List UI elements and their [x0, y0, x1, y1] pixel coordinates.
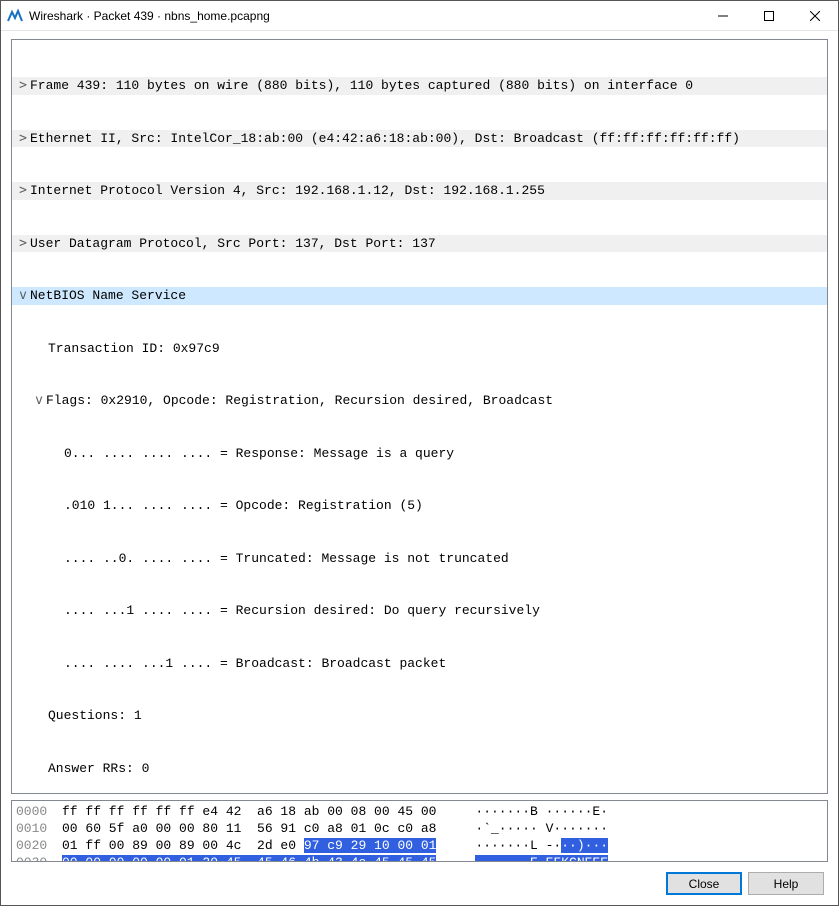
tree-label: .... ...1 .... .... = Recursion desired:…	[64, 603, 540, 618]
close-button[interactable]: Close	[666, 872, 742, 895]
hex-row[interactable]: 0000ff ff ff ff ff ff e4 42 a6 18 ab 00 …	[16, 803, 823, 820]
titlebar: Wireshark · Packet 439 · nbns_home.pcapn…	[1, 1, 838, 31]
tree-item-flags[interactable]: vFlags: 0x2910, Opcode: Registration, Re…	[12, 392, 827, 410]
tree-item-answer-rrs[interactable]: Answer RRs: 0	[12, 760, 827, 778]
window-title: Wireshark · Packet 439 · nbns_home.pcapn…	[29, 9, 700, 23]
tree-item-nbns[interactable]: vNetBIOS Name Service	[12, 287, 827, 305]
tree-item-frame[interactable]: >Frame 439: 110 bytes on wire (880 bits)…	[12, 77, 827, 95]
expand-icon[interactable]: >	[16, 130, 30, 148]
tree-label: .... .... ...1 .... = Broadcast: Broadca…	[64, 656, 446, 671]
maximize-button[interactable]	[746, 1, 792, 30]
hex-ascii: ·`_····· V·······	[475, 820, 645, 837]
hex-row[interactable]: 003000 00 00 00 00 01 20 45 45 46 4b 43 …	[16, 854, 823, 862]
hex-ascii: ·······L -···)···	[475, 837, 645, 854]
tree-item-questions[interactable]: Questions: 1	[12, 707, 827, 725]
tree-item-flag[interactable]: .... ...1 .... .... = Recursion desired:…	[12, 602, 827, 620]
hex-ascii: ·······B ······E·	[475, 803, 645, 820]
collapse-icon[interactable]: v	[32, 392, 46, 410]
close-window-button[interactable]	[792, 1, 838, 30]
tree-item-ethernet[interactable]: >Ethernet II, Src: IntelCor_18:ab:00 (e4…	[12, 130, 827, 148]
tree-item-flag[interactable]: .... ..0. .... .... = Truncated: Message…	[12, 550, 827, 568]
expand-icon[interactable]: >	[16, 77, 30, 95]
hex-offset: 0030	[16, 854, 62, 862]
expand-icon[interactable]: >	[16, 182, 30, 200]
hex-offset: 0000	[16, 803, 62, 820]
tree-label: Frame 439: 110 bytes on wire (880 bits),…	[30, 78, 693, 93]
tree-item-ip[interactable]: >Internet Protocol Version 4, Src: 192.1…	[12, 182, 827, 200]
hex-bytes: 00 60 5f a0 00 00 80 11 56 91 c0 a8 01 0…	[62, 820, 452, 837]
hex-offset: 0010	[16, 820, 62, 837]
hex-row[interactable]: 001000 60 5f a0 00 00 80 11 56 91 c0 a8 …	[16, 820, 823, 837]
tree-item-flag[interactable]: .... .... ...1 .... = Broadcast: Broadca…	[12, 655, 827, 673]
tree-label: .010 1... .... .... = Opcode: Registrati…	[64, 498, 423, 513]
hex-bytes: ff ff ff ff ff ff e4 42 a6 18 ab 00 08 0…	[62, 803, 452, 820]
tree-label: .... ..0. .... .... = Truncated: Message…	[64, 551, 509, 566]
collapse-icon[interactable]: v	[16, 287, 30, 305]
tree-label: Internet Protocol Version 4, Src: 192.16…	[30, 183, 545, 198]
tree-label: Questions: 1	[48, 708, 142, 723]
hex-bytes: 00 00 00 00 00 01 20 45 45 46 4b 43 4e 4…	[62, 854, 452, 862]
tree-label: User Datagram Protocol, Src Port: 137, D…	[30, 236, 436, 251]
packet-details-tree[interactable]: >Frame 439: 110 bytes on wire (880 bits)…	[11, 39, 828, 794]
window-controls	[700, 1, 838, 30]
tree-label: Ethernet II, Src: IntelCor_18:ab:00 (e4:…	[30, 131, 740, 146]
hex-ascii: ······ E EFKCNEEE	[475, 854, 645, 862]
expand-icon[interactable]: >	[16, 235, 30, 253]
dialog-buttons: Close Help	[11, 862, 828, 901]
tree-label: NetBIOS Name Service	[30, 288, 186, 303]
help-button[interactable]: Help	[748, 872, 824, 895]
tree-label: 0... .... .... .... = Response: Message …	[64, 446, 454, 461]
tree-item-flag[interactable]: .010 1... .... .... = Opcode: Registrati…	[12, 497, 827, 515]
wireshark-icon	[7, 8, 23, 24]
tree-item-udp[interactable]: >User Datagram Protocol, Src Port: 137, …	[12, 235, 827, 253]
tree-label: Flags: 0x2910, Opcode: Registration, Rec…	[46, 393, 553, 408]
tree-label: Answer RRs: 0	[48, 761, 149, 776]
tree-item-flag[interactable]: 0... .... .... .... = Response: Message …	[12, 445, 827, 463]
hex-row[interactable]: 002001 ff 00 89 00 89 00 4c 2d e0 97 c9 …	[16, 837, 823, 854]
hex-offset: 0020	[16, 837, 62, 854]
tree-label: Transaction ID: 0x97c9	[48, 341, 220, 356]
minimize-button[interactable]	[700, 1, 746, 30]
packet-bytes-pane[interactable]: 0000ff ff ff ff ff ff e4 42 a6 18 ab 00 …	[11, 800, 828, 862]
hex-bytes: 01 ff 00 89 00 89 00 4c 2d e0 97 c9 29 1…	[62, 837, 452, 854]
tree-item-txid[interactable]: Transaction ID: 0x97c9	[12, 340, 827, 358]
